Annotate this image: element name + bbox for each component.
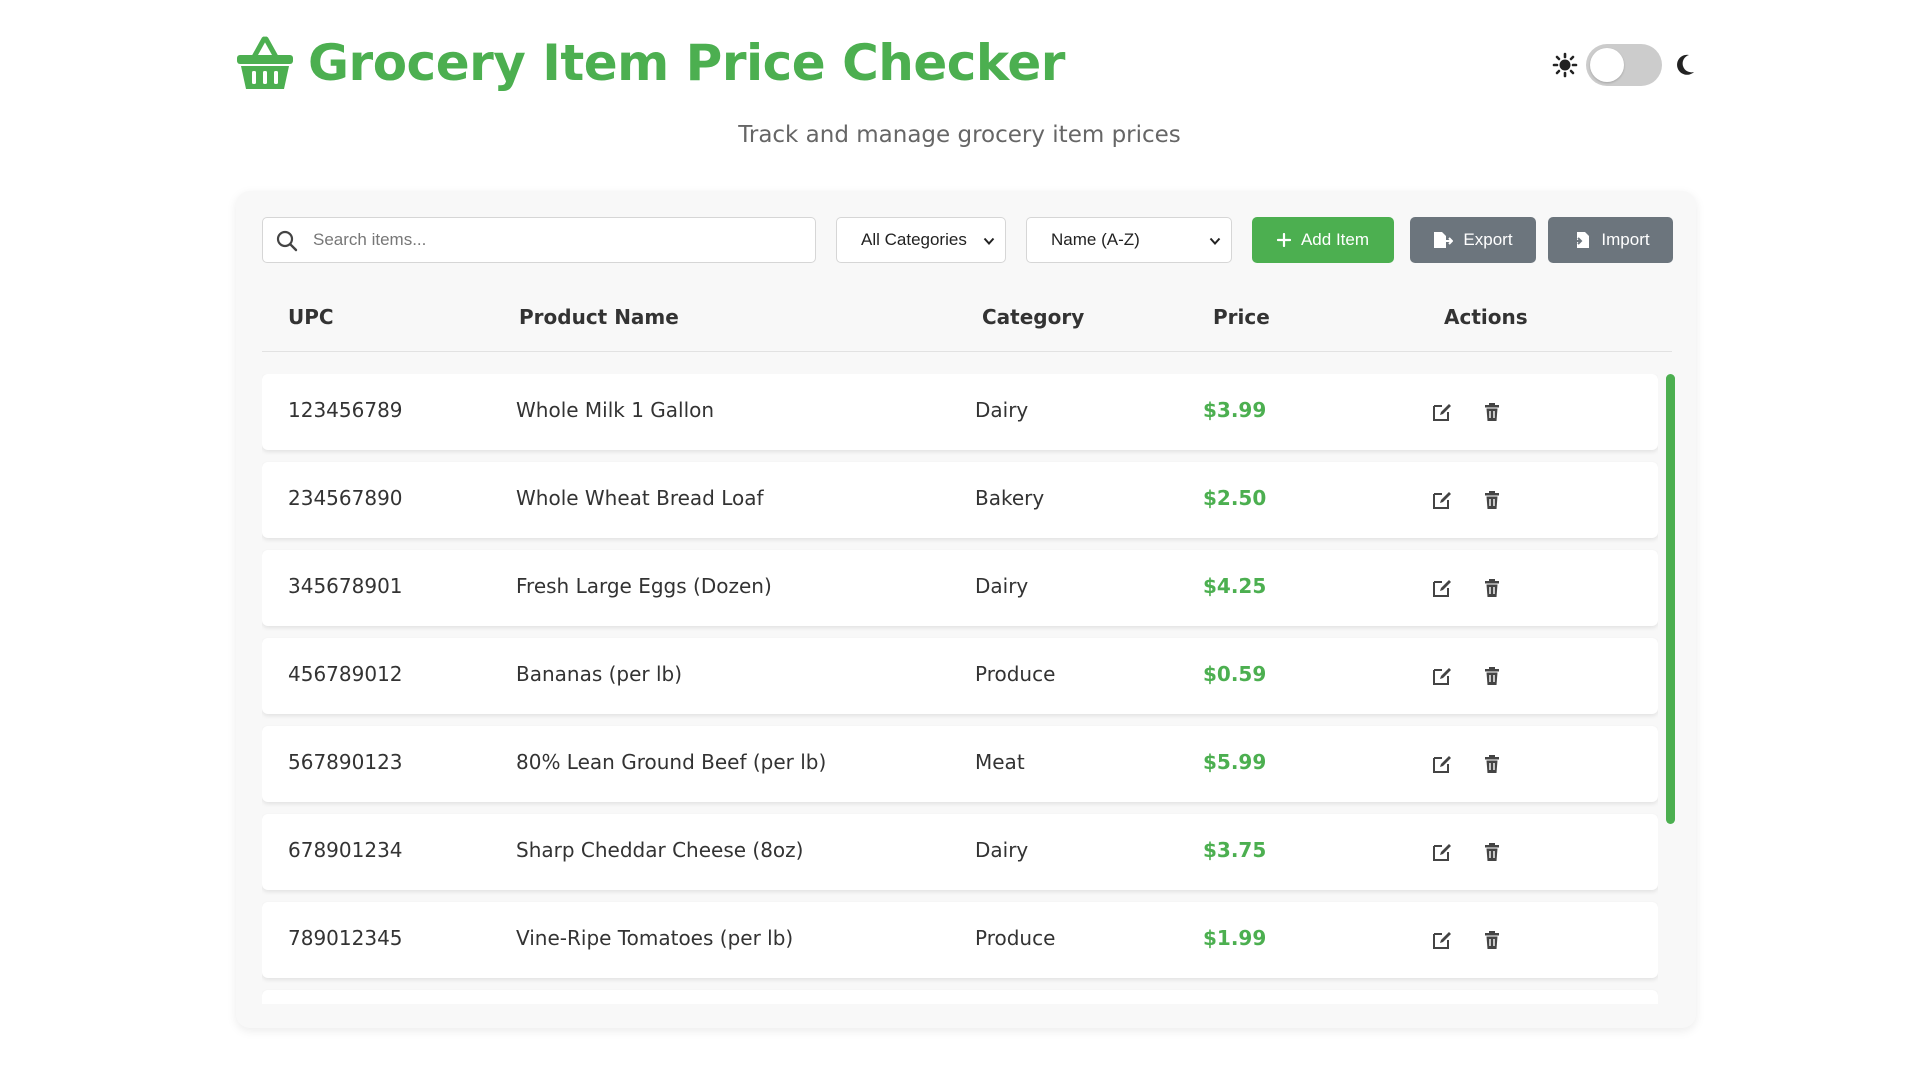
product-name-cell: Whole Wheat Bread Loaf — [516, 486, 764, 510]
upc-cell: 678901234 — [288, 838, 403, 862]
price-cell: $0.59 — [1203, 662, 1267, 686]
product-name-cell: 80% Lean Ground Beef (per lb) — [516, 750, 827, 774]
sort-select-value: Name (A-Z) — [1051, 230, 1140, 249]
category-cell: Produce — [975, 926, 1056, 950]
upc-cell: 234567890 — [288, 486, 403, 510]
table-row-partial — [262, 990, 1658, 1004]
product-name-cell: Whole Milk 1 Gallon — [516, 398, 715, 422]
price-cell: $2.50 — [1203, 486, 1267, 510]
page-title: Grocery Item Price Checker — [308, 34, 1065, 92]
dark-mode-toggle[interactable] — [1586, 44, 1662, 86]
basket-icon — [237, 36, 293, 89]
edit-icon[interactable] — [1432, 402, 1452, 422]
sort-select[interactable]: Name (A-Z) — [1026, 217, 1232, 263]
table-body[interactable]: 123456789 Whole Milk 1 Gallon Dairy $3.9… — [262, 374, 1658, 1004]
trash-icon[interactable] — [1482, 666, 1502, 686]
file-import-icon — [1572, 232, 1590, 248]
category-cell: Meat — [975, 750, 1025, 774]
trash-icon[interactable] — [1482, 930, 1502, 950]
column-header-upc[interactable]: UPC — [288, 305, 334, 329]
edit-icon[interactable] — [1432, 930, 1452, 950]
edit-icon[interactable] — [1432, 842, 1452, 862]
export-button[interactable]: Export — [1410, 217, 1536, 263]
file-export-icon — [1434, 232, 1454, 248]
column-header-category[interactable]: Category — [982, 305, 1084, 329]
plus-icon — [1276, 233, 1291, 247]
trash-icon[interactable] — [1482, 842, 1502, 862]
category-cell: Dairy — [975, 838, 1029, 862]
scrollbar-thumb[interactable] — [1666, 374, 1675, 824]
trash-icon[interactable] — [1482, 490, 1502, 510]
category-cell: Dairy — [975, 398, 1029, 422]
category-cell: Produce — [975, 662, 1056, 686]
export-label: Export — [1463, 230, 1513, 249]
product-name-cell: Sharp Cheddar Cheese (8oz) — [516, 838, 804, 862]
theme-toggle-group — [1552, 44, 1696, 86]
trash-icon[interactable] — [1482, 402, 1502, 422]
product-name-cell: Bananas (per lb) — [516, 662, 683, 686]
items-panel: All Categories Name (A-Z) Add Item Expor… — [236, 191, 1696, 1028]
edit-icon[interactable] — [1432, 666, 1452, 686]
title-group: Grocery Item Price Checker — [236, 34, 1065, 92]
table-row: 123456789 Whole Milk 1 Gallon Dairy $3.9… — [262, 374, 1658, 450]
price-cell: $4.25 — [1203, 574, 1267, 598]
trash-icon[interactable] — [1482, 754, 1502, 774]
search-input[interactable] — [313, 226, 803, 254]
table-row: 345678901 Fresh Large Eggs (Dozen) Dairy… — [262, 550, 1658, 626]
search-box[interactable] — [262, 217, 816, 263]
app-header: Grocery Item Price Checker — [236, 34, 1696, 104]
trash-icon[interactable] — [1482, 578, 1502, 598]
price-cell: $3.99 — [1203, 398, 1267, 422]
table-row: 234567890 Whole Wheat Bread Loaf Bakery … — [262, 462, 1658, 538]
table-header: UPC Product Name Category Price Actions — [262, 291, 1672, 352]
upc-cell: 123456789 — [288, 398, 403, 422]
category-cell: Dairy — [975, 574, 1029, 598]
import-label: Import — [1601, 230, 1650, 249]
chevron-down-icon — [983, 237, 995, 245]
edit-icon[interactable] — [1432, 578, 1452, 598]
upc-cell: 456789012 — [288, 662, 403, 686]
column-header-actions: Actions — [1444, 305, 1528, 329]
add-item-label: Add Item — [1300, 230, 1370, 249]
edit-icon[interactable] — [1432, 754, 1452, 774]
table-row: 678901234 Sharp Cheddar Cheese (8oz) Dai… — [262, 814, 1658, 890]
toggle-knob — [1590, 48, 1624, 82]
table-row: 789012345 Vine-Ripe Tomatoes (per lb) Pr… — [262, 902, 1658, 978]
price-cell: $1.99 — [1203, 926, 1267, 950]
price-cell: $5.99 — [1203, 750, 1267, 774]
price-cell: $3.75 — [1203, 838, 1267, 862]
category-select-value: All Categories — [861, 230, 967, 249]
upc-cell: 345678901 — [288, 574, 403, 598]
upc-cell: 567890123 — [288, 750, 403, 774]
moon-icon — [1677, 54, 1694, 75]
product-name-cell: Vine-Ripe Tomatoes (per lb) — [516, 926, 794, 950]
category-select[interactable]: All Categories — [836, 217, 1006, 263]
add-item-button[interactable]: Add Item — [1252, 217, 1394, 263]
search-icon — [276, 230, 298, 252]
edit-icon[interactable] — [1432, 490, 1452, 510]
table-row: 456789012 Bananas (per lb) Produce $0.59 — [262, 638, 1658, 714]
upc-cell: 789012345 — [288, 926, 403, 950]
table-row: 567890123 80% Lean Ground Beef (per lb) … — [262, 726, 1658, 802]
toolbar: All Categories Name (A-Z) Add Item Expor… — [262, 217, 1673, 263]
column-header-product-name[interactable]: Product Name — [519, 305, 679, 329]
sun-icon — [1552, 52, 1578, 78]
chevron-down-icon — [1209, 237, 1221, 245]
import-button[interactable]: Import — [1548, 217, 1673, 263]
product-name-cell: Fresh Large Eggs (Dozen) — [516, 574, 772, 598]
page-subtitle: Track and manage grocery item prices — [738, 122, 1181, 148]
column-header-price[interactable]: Price — [1213, 305, 1270, 329]
category-cell: Bakery — [975, 486, 1045, 510]
